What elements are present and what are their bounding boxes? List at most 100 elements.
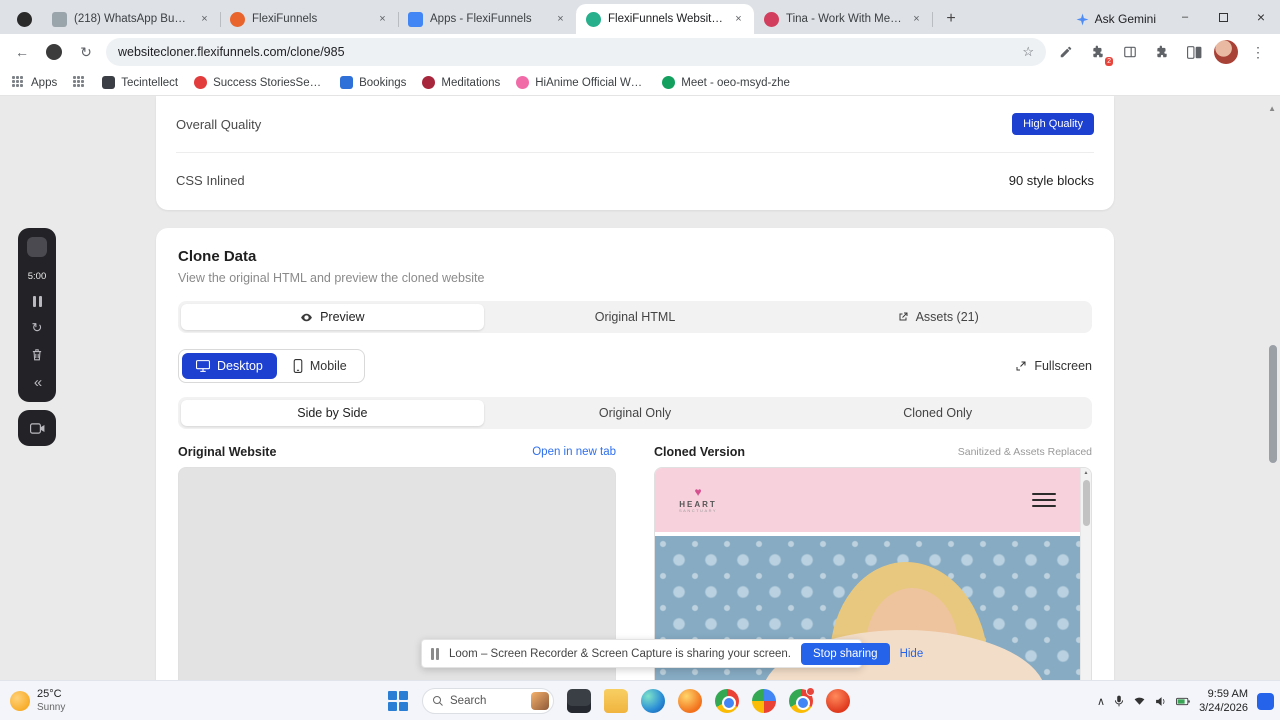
page-scrollbar-thumb[interactable] xyxy=(1269,345,1277,463)
rewind-icon[interactable]: « xyxy=(34,375,42,390)
tab-close-icon[interactable]: × xyxy=(197,12,212,27)
monitor-icon xyxy=(196,360,210,372)
edge-icon[interactable] xyxy=(641,689,665,713)
back-icon[interactable]: ← xyxy=(10,40,34,64)
view-mode-tabs: Side by Side Original Only Cloned Only xyxy=(178,397,1092,429)
tab-side-by-side[interactable]: Side by Side xyxy=(181,400,484,426)
open-in-new-tab-link[interactable]: Open in new tab xyxy=(532,446,616,458)
taskview-app-icon[interactable] xyxy=(567,689,591,713)
fullscreen-button[interactable]: Fullscreen xyxy=(1015,359,1092,373)
wifi-icon[interactable] xyxy=(1133,696,1146,706)
side-by-side-label: Side by Side xyxy=(297,406,368,420)
preview-scroll-up-icon[interactable]: ▲ xyxy=(1081,468,1091,479)
reload-icon[interactable]: ↻ xyxy=(74,40,98,64)
sidebar-icon[interactable] xyxy=(1118,40,1142,64)
apps-grid-icon xyxy=(12,76,25,89)
bookmark-grid-shortcut[interactable] xyxy=(73,76,86,89)
bookmark-bookings[interactable]: Bookings xyxy=(340,76,406,89)
css-inlined-value: 90 style blocks xyxy=(1008,173,1094,188)
tab-close-icon[interactable]: × xyxy=(375,12,390,27)
weather-widget[interactable]: 25°C Sunny xyxy=(10,681,65,720)
bookmark-apps[interactable]: Apps xyxy=(12,76,57,89)
mobile-button[interactable]: Mobile xyxy=(279,353,361,379)
preview-scrollbar-thumb[interactable] xyxy=(1083,480,1090,526)
tab-preview[interactable]: Preview xyxy=(181,304,484,330)
assets-icon xyxy=(899,312,908,321)
tab-original-html-label: Original HTML xyxy=(594,310,676,324)
battery-icon[interactable] xyxy=(1176,697,1190,706)
tab-apps-flexifunnels[interactable]: Apps - FlexiFunnels × xyxy=(398,4,577,34)
address-bar[interactable]: websitecloner.flexifunnels.com/clone/985… xyxy=(106,38,1046,66)
original-only-label: Original Only xyxy=(598,406,672,420)
pause-icon[interactable] xyxy=(32,296,42,307)
bookmark-tecintellect[interactable]: Tecintellect xyxy=(102,76,178,89)
high-quality-badge: High Quality xyxy=(1012,113,1094,135)
apps-favicon-icon xyxy=(408,11,423,27)
hamburger-menu-icon[interactable] xyxy=(1032,489,1056,511)
tab-close-icon[interactable]: × xyxy=(909,12,924,27)
taskbar-search[interactable]: Search xyxy=(422,688,554,714)
stop-sharing-button[interactable]: Stop sharing xyxy=(800,642,890,665)
tray-chevron-up-icon[interactable]: ∧ xyxy=(1097,695,1105,708)
forward-button[interactable] xyxy=(42,40,66,64)
firefox-icon[interactable] xyxy=(678,689,702,713)
notification-center-icon[interactable] xyxy=(1257,692,1274,710)
split-view-icon[interactable] xyxy=(1182,40,1206,64)
mic-icon[interactable] xyxy=(1114,695,1124,707)
tab-cloned-only[interactable]: Cloned Only xyxy=(786,400,1089,426)
menu-dots-icon[interactable]: ⋮ xyxy=(1246,40,1270,64)
hide-link[interactable]: Hide xyxy=(900,648,924,660)
preview-scrollbar[interactable]: ▲ xyxy=(1080,468,1091,680)
tab-original-only[interactable]: Original Only xyxy=(484,400,787,426)
bookmark-success-stories[interactable]: Success StoriesSee... xyxy=(194,76,324,89)
tab-label: FlexiFunnels Website Clone xyxy=(608,13,724,25)
profile-avatar[interactable] xyxy=(1214,40,1238,64)
extensions-puzzle-icon[interactable] xyxy=(1150,40,1174,64)
tab-flexifunnels[interactable]: FlexiFunnels × xyxy=(220,4,399,34)
tab-whatsapp-business[interactable]: (218) WhatsApp Business × xyxy=(42,4,221,34)
start-button[interactable] xyxy=(388,690,409,712)
taskbar-clock[interactable]: 9:59 AM 3/24/2026 xyxy=(1199,687,1248,716)
extension-with-badge-icon[interactable]: 2 xyxy=(1086,40,1113,66)
ask-gemini-button[interactable]: Ask Gemini xyxy=(1066,4,1166,34)
loom-control-pill: 5:00 ↻ « xyxy=(18,228,56,402)
page-scroll-up-icon[interactable]: ▲ xyxy=(1268,104,1276,113)
chrome-icon[interactable] xyxy=(715,689,739,713)
tab-original-html[interactable]: Original HTML xyxy=(484,304,787,330)
meditations-favicon-icon xyxy=(422,76,436,89)
tab-close-icon[interactable]: × xyxy=(731,12,746,27)
clone-data-card: Clone Data View the original HTML and pr… xyxy=(156,228,1114,680)
bookmark-star-icon[interactable]: ☆ xyxy=(1022,44,1034,60)
extension-badge: 2 xyxy=(1105,57,1113,66)
overall-quality-row: Overall Quality High Quality xyxy=(176,96,1094,152)
pinned-tab[interactable] xyxy=(6,4,42,34)
tab-website-clone-active[interactable]: FlexiFunnels Website Clone × xyxy=(576,4,754,34)
bookmark-meet[interactable]: Meet - oeo-msyd-zhe xyxy=(662,76,790,89)
minimize-icon[interactable]: – xyxy=(1166,0,1204,34)
brave-icon[interactable] xyxy=(826,689,850,713)
file-explorer-icon[interactable] xyxy=(604,689,628,713)
volume-icon[interactable] xyxy=(1155,696,1167,707)
stop-recording-button[interactable] xyxy=(27,237,47,257)
pen-icon[interactable] xyxy=(1054,40,1078,64)
new-tab-button[interactable]: + xyxy=(938,6,964,32)
window-close-icon[interactable]: × xyxy=(1242,0,1280,34)
bookmark-hianime[interactable]: HiAnime Official We... xyxy=(516,76,646,89)
camera-bubble-button[interactable] xyxy=(18,410,56,446)
desktop-button[interactable]: Desktop xyxy=(182,353,277,379)
restart-icon[interactable]: ↻ xyxy=(32,321,43,334)
overall-quality-label: Overall Quality xyxy=(176,116,262,132)
photos-app-icon[interactable] xyxy=(752,689,776,713)
chrome-profile-icon[interactable] xyxy=(789,687,815,713)
maximize-icon[interactable] xyxy=(1204,0,1242,34)
sun-icon xyxy=(10,691,30,711)
tab-tina-work-with-me[interactable]: Tina - Work With Me - 2.12 × xyxy=(754,4,933,34)
bookmark-meditations[interactable]: Meditations xyxy=(422,76,500,89)
tab-close-icon[interactable]: × xyxy=(553,12,568,27)
clone-favicon-icon xyxy=(586,11,601,27)
trash-icon[interactable] xyxy=(31,348,43,361)
heart-logo: ♥ HEART SANCTUARY xyxy=(679,485,717,514)
tab-assets[interactable]: Assets (21) xyxy=(786,304,1089,330)
loom-recorder-controls: 5:00 ↻ « xyxy=(18,228,56,446)
original-website-title: Original Website xyxy=(178,445,277,459)
